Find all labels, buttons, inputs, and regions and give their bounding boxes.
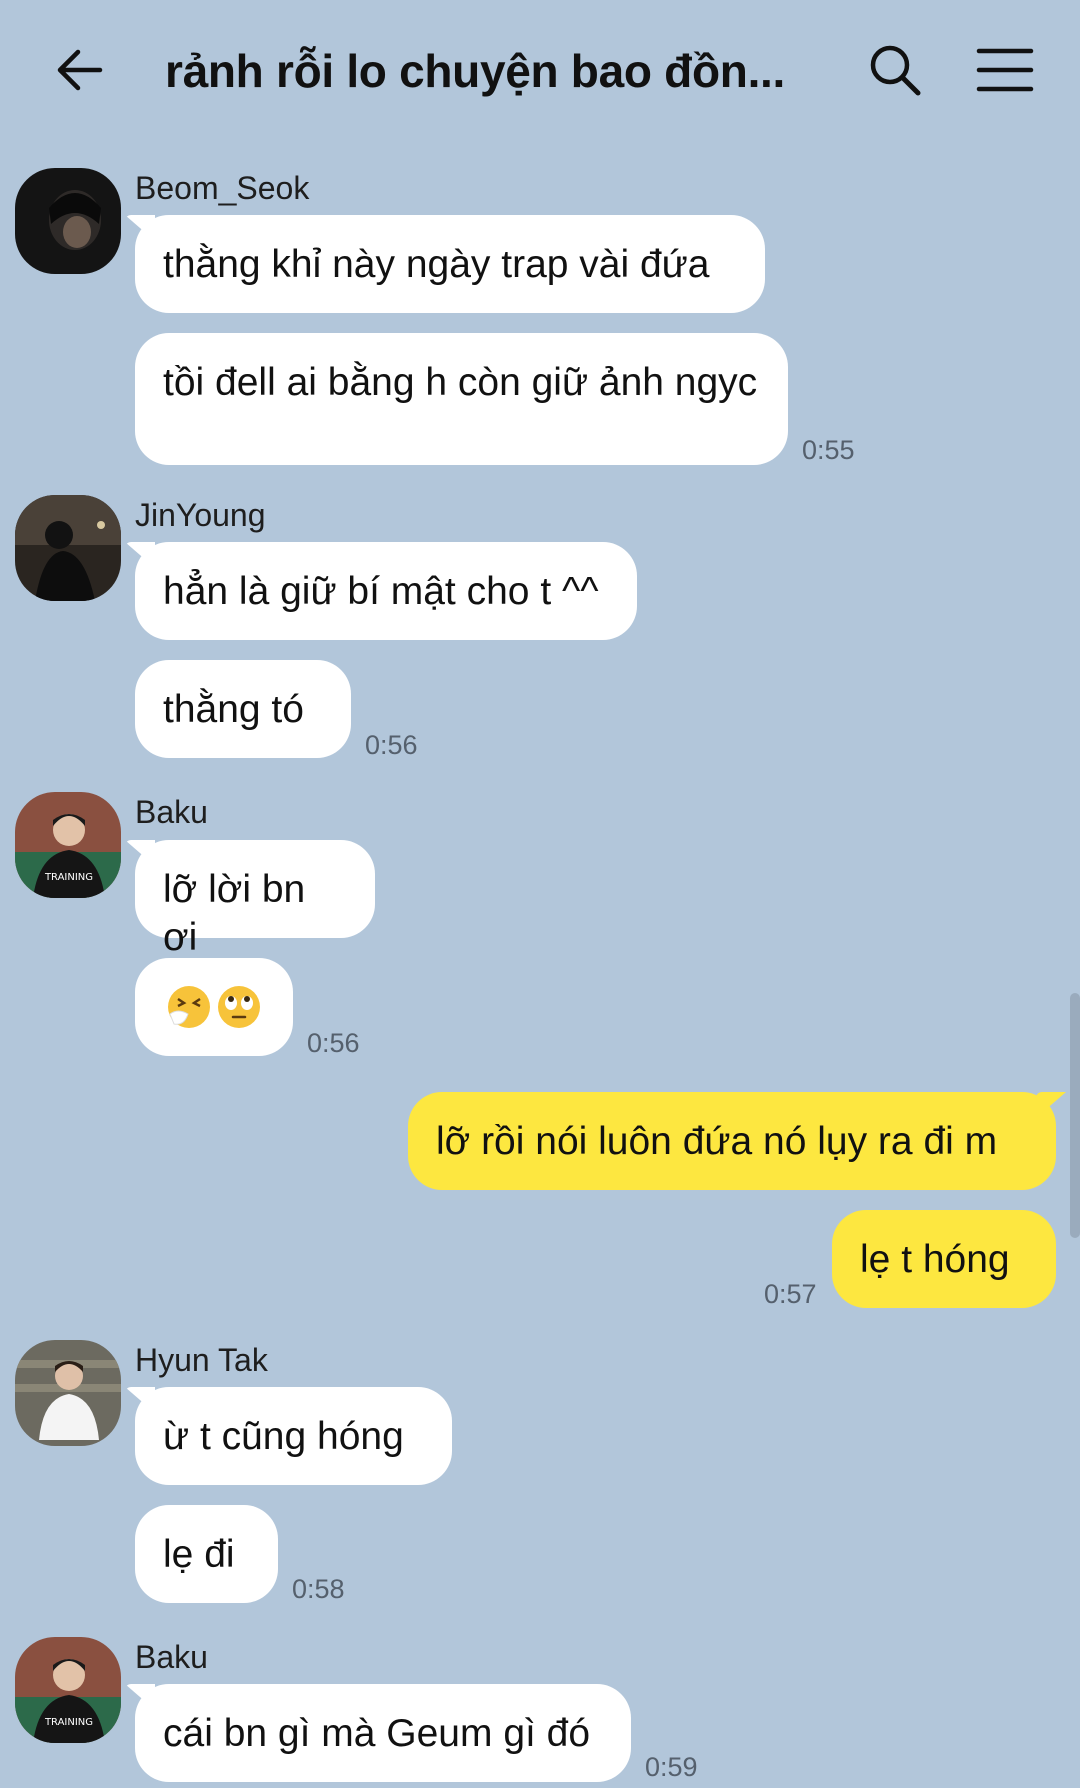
message-bubble[interactable]: cái bn gì mà Geum gì đó	[135, 1684, 631, 1782]
sender-name: Baku	[135, 794, 208, 830]
avatar[interactable]	[15, 1340, 121, 1446]
emoji-bubble[interactable]	[135, 958, 293, 1056]
message-time: 0:59	[645, 1752, 698, 1782]
sneezing-face-icon	[168, 986, 210, 1028]
message-bubble[interactable]: ừ t cũng hóng	[135, 1387, 452, 1485]
avatar[interactable]	[15, 168, 121, 274]
search-button[interactable]	[855, 30, 935, 110]
sender-name: Baku	[135, 1639, 208, 1675]
message-bubble[interactable]: lỡ lời bn ơi	[135, 840, 375, 959]
message-bubble[interactable]: lẹ đi	[135, 1505, 278, 1603]
chat-header: rảnh rỗi lo chuyện bao đồn...	[0, 0, 1080, 150]
chat-title[interactable]: rảnh rỗi lo chuyện bao đồn...	[165, 44, 805, 98]
message-time: 0:56	[365, 730, 418, 760]
message-bubble[interactable]: thằng khỉ này ngày trap vài đứa	[135, 215, 765, 313]
menu-button[interactable]	[960, 30, 1050, 110]
message-bubble[interactable]: hẳn là giữ bí mật cho t ^^	[135, 542, 637, 640]
avatar[interactable]: TRAINING	[15, 792, 121, 898]
rolling-eyes-face-icon	[218, 986, 260, 1028]
back-button[interactable]	[40, 30, 120, 110]
message-bubble[interactable]: thằng tó	[135, 660, 351, 758]
message-bubble[interactable]: tồi đell ai bằng h còn giữ ảnh ngyc	[135, 333, 788, 465]
scrollbar[interactable]	[1070, 993, 1080, 1238]
svg-text:TRAINING: TRAINING	[44, 872, 93, 883]
message-time: 0:57	[764, 1279, 817, 1309]
arrow-left-icon	[57, 49, 103, 91]
svg-text:TRAINING: TRAINING	[44, 1717, 93, 1728]
sender-name: JinYoung	[135, 497, 266, 533]
hamburger-menu-icon	[976, 48, 1034, 92]
search-icon	[870, 45, 921, 96]
avatar[interactable]	[15, 495, 121, 601]
sender-name: Hyun Tak	[135, 1342, 268, 1378]
message-bubble[interactable]: lỡ rồi nói luôn đứa nó lụy ra đi m	[408, 1092, 1056, 1190]
message-time: 0:58	[292, 1574, 345, 1604]
message-time: 0:55	[802, 435, 855, 465]
avatar[interactable]: TRAINING	[15, 1637, 121, 1743]
sender-name: Beom_Seok	[135, 170, 310, 206]
message-time: 0:56	[307, 1028, 360, 1058]
message-bubble[interactable]: lẹ t hóng	[832, 1210, 1056, 1308]
